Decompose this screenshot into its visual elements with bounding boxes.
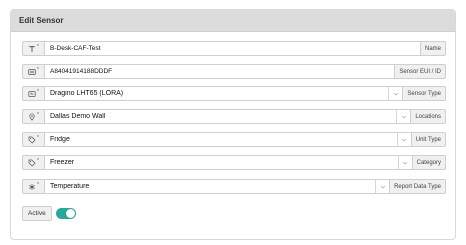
locations-row: * Dallas Demo Wall Locations (22, 109, 446, 124)
report-data-type-prefix: * (22, 179, 44, 194)
chevron-down-icon[interactable] (397, 156, 412, 169)
locations-value: Dallas Demo Wall (50, 113, 106, 120)
required-marker: * (37, 111, 39, 118)
text-icon (29, 45, 35, 52)
id-card-icon (28, 68, 36, 75)
active-label: Active (22, 206, 52, 221)
required-marker: * (37, 181, 39, 188)
sensor-eui-input[interactable]: A84041914188DDDF (44, 64, 396, 79)
asterisk-icon (29, 183, 35, 190)
chevron-down-icon[interactable] (388, 87, 402, 100)
unit-type-label: Unit Type (411, 132, 446, 147)
name-prefix: * (22, 41, 44, 56)
chevron-down-icon[interactable] (396, 133, 411, 146)
category-select[interactable]: Freezer (44, 155, 413, 170)
active-row: Active (22, 206, 76, 221)
unit-type-select[interactable]: Fridge (44, 132, 412, 147)
edit-sensor-card: Edit Sensor * B-Desk-CAF-Test Name * A84… (10, 9, 456, 240)
sensor-type-row: * Dragino LHT65 (LORA) Sensor Type (22, 86, 446, 101)
required-marker: * (37, 43, 39, 50)
unit-type-value: Fridge (50, 136, 70, 143)
sensor-eui-label: Sensor EUI / ID (395, 64, 446, 79)
required-marker: * (37, 157, 39, 164)
required-marker: * (37, 88, 39, 95)
unit-type-row: * Fridge Unit Type (22, 132, 446, 147)
name-row: * B-Desk-CAF-Test Name (22, 41, 446, 56)
name-label: Name (420, 41, 446, 56)
sensor-type-value: Dragino LHT65 (LORA) (50, 90, 124, 97)
name-value: B-Desk-CAF-Test (50, 45, 101, 52)
card-header: Edit Sensor (11, 10, 455, 32)
chevron-down-icon[interactable] (396, 110, 410, 123)
locations-prefix: * (22, 109, 44, 124)
report-data-type-label: Report Data Type (390, 179, 446, 194)
required-marker: * (37, 66, 39, 73)
sensor-eui-prefix: * (22, 64, 44, 79)
required-marker: * (37, 134, 39, 141)
report-data-type-row: * Temperature Report Data Type (22, 179, 446, 194)
sensor-type-label: Sensor Type (403, 86, 446, 101)
locations-label: Locations (411, 109, 446, 124)
unit-type-prefix: * (22, 132, 44, 147)
name-input[interactable]: B-Desk-CAF-Test (44, 41, 421, 56)
sensor-eui-value: A84041914188DDDF (50, 68, 113, 75)
chevron-down-icon[interactable] (375, 180, 389, 193)
sensor-type-icon (28, 90, 36, 97)
sensor-type-prefix: * (22, 86, 44, 101)
category-row: * Freezer Category (22, 155, 446, 170)
category-prefix: * (22, 155, 44, 170)
toggle-knob[interactable] (65, 209, 75, 218)
sensor-type-select[interactable]: Dragino LHT65 (LORA) (44, 86, 404, 101)
page-title: Edit Sensor (19, 16, 64, 25)
category-label: Category (412, 155, 446, 170)
category-value: Freezer (50, 159, 75, 166)
locations-select[interactable]: Dallas Demo Wall (44, 109, 412, 124)
sensor-eui-row: * A84041914188DDDF Sensor EUI / ID (22, 64, 446, 79)
report-data-type-select[interactable]: Temperature (44, 179, 391, 194)
tag-icon (28, 136, 36, 144)
active-toggle[interactable] (55, 208, 76, 219)
report-data-type-value: Temperature (50, 183, 90, 190)
map-pin-icon (29, 112, 35, 121)
tag-icon (28, 159, 36, 167)
